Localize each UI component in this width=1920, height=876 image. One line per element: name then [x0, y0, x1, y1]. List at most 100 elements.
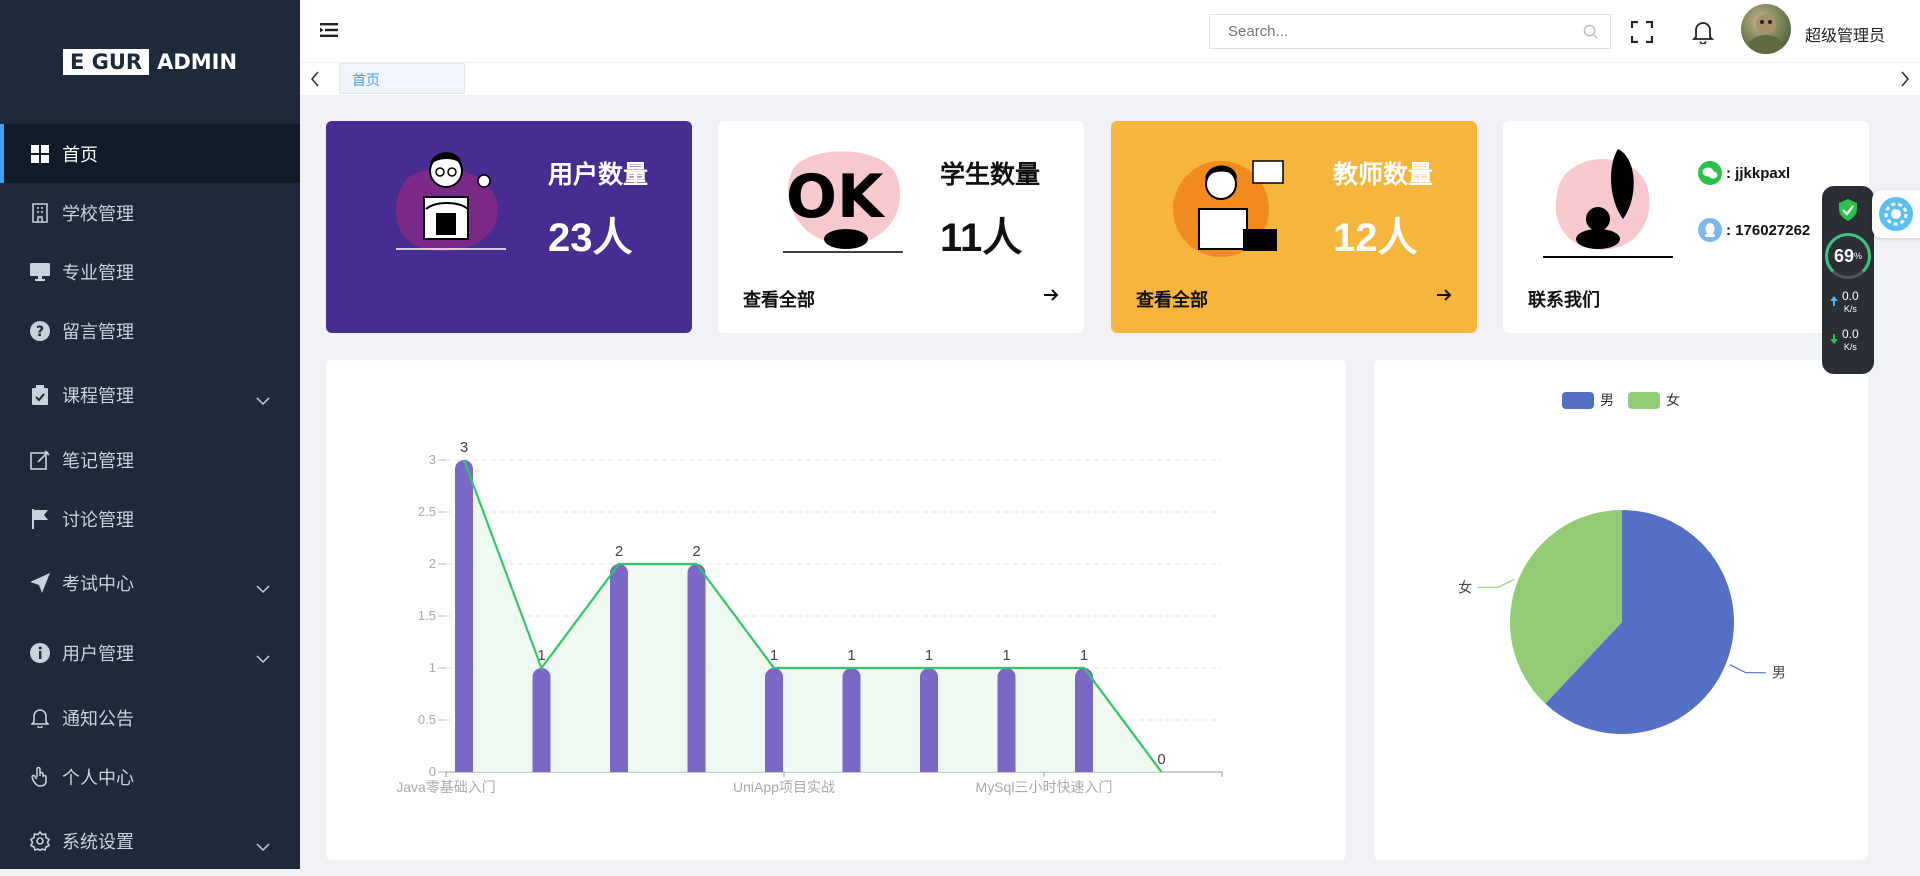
- user-count-card[interactable]: 用户数量 23人: [326, 121, 692, 333]
- x-tick-label: MySql三小时快速入门: [976, 779, 1113, 795]
- sidebar-item-8[interactable]: 用户管理: [0, 618, 300, 688]
- qq-number: 176027262: [1735, 221, 1811, 239]
- y-tick-label: 1.5: [418, 608, 436, 623]
- user-illustration: [396, 152, 506, 252]
- data-label: 1: [770, 647, 778, 664]
- sidebar-item-4[interactable]: 课程管理: [0, 360, 300, 430]
- scroll-right-icon[interactable]: [1900, 71, 1910, 92]
- chevron-down-icon[interactable]: [256, 648, 272, 664]
- legend-item-male[interactable]: 男: [1562, 390, 1614, 410]
- legend-swatch: [1562, 391, 1594, 409]
- arrow-right-icon[interactable]: [1043, 288, 1059, 307]
- legend-swatch: [1628, 391, 1660, 409]
- pie-label: 女: [1458, 579, 1472, 595]
- sidebar-item-0[interactable]: 首页: [0, 124, 300, 183]
- bar: [920, 668, 938, 772]
- tab-home[interactable]: 首页: [339, 63, 465, 94]
- view-all-students-link[interactable]: 查看全部: [743, 286, 815, 312]
- sidebar-item-6[interactable]: 讨论管理: [0, 489, 300, 548]
- scroll-left-icon[interactable]: [310, 71, 320, 92]
- sidebar-item-label: 考试中心: [62, 574, 134, 594]
- bar: [687, 564, 706, 772]
- menu-toggle-icon[interactable]: [320, 22, 340, 43]
- legend-item-female[interactable]: 女: [1628, 390, 1680, 410]
- download-arrow-icon: [1830, 334, 1838, 344]
- bar-base: [920, 763, 938, 772]
- pie-label-line: [1729, 664, 1766, 674]
- y-tick-label: 3: [429, 452, 436, 467]
- bar: [842, 668, 861, 772]
- upload-value: 0.0: [1842, 289, 1859, 303]
- student-count-card: OK 学生数量 11人 查看全部: [718, 121, 1084, 333]
- gear-icon: [30, 831, 50, 851]
- question-icon: ?: [30, 320, 50, 341]
- sidebar-item-9[interactable]: 通知公告: [0, 688, 300, 747]
- network-monitor-widget[interactable]: 69% 0.0 K/s 0.0 K/s: [1822, 186, 1874, 374]
- chevron-down-icon[interactable]: [256, 390, 272, 406]
- upload-arrow-icon: [1830, 296, 1838, 306]
- legend-label: 女: [1666, 392, 1680, 408]
- clipboard-icon: [30, 385, 50, 405]
- data-label: 3: [460, 439, 468, 456]
- sidebar-item-5[interactable]: 笔记管理: [0, 430, 300, 489]
- username[interactable]: 超级管理员: [1805, 22, 1885, 46]
- sidebar-item-7[interactable]: 考试中心: [0, 548, 300, 618]
- data-label: 2: [692, 543, 700, 560]
- view-all-teachers-link[interactable]: 查看全部: [1136, 286, 1208, 312]
- search-icon[interactable]: [1583, 24, 1598, 44]
- flag-icon: [30, 508, 50, 529]
- bar-base: [997, 763, 1016, 772]
- bar-base: [765, 763, 783, 772]
- hand-icon: [30, 766, 50, 787]
- sidebar-item-label: 系统设置: [62, 832, 134, 852]
- monitor-icon: [30, 262, 50, 282]
- logo-mark: E GUR: [62, 49, 150, 75]
- bar-base: [532, 763, 551, 772]
- gauge-unit: %: [1854, 251, 1863, 261]
- sidebar-item-11[interactable]: 系统设置: [0, 806, 300, 876]
- top-bar: 超级管理员: [300, 0, 1920, 63]
- chevron-down-icon[interactable]: [256, 578, 272, 594]
- teacher-count-value: 12人: [1333, 216, 1418, 260]
- sidebar-item-label: 讨论管理: [62, 509, 134, 530]
- logo[interactable]: E GUR ADMIN: [0, 0, 300, 124]
- sidebar-item-3[interactable]: ? 留言管理: [0, 301, 300, 360]
- student-count-title: 学生数量: [940, 161, 1041, 189]
- student-illustration: OK: [783, 151, 903, 253]
- sidebar-item-10[interactable]: 个人中心: [0, 747, 300, 806]
- download-unit: K/s: [1843, 342, 1857, 352]
- sidebar-item-label: 用户管理: [62, 644, 134, 664]
- logo-text: ADMIN: [157, 50, 238, 74]
- qq-icon: [1698, 218, 1722, 242]
- search-input[interactable]: [1210, 15, 1570, 48]
- chevron-down-icon[interactable]: [256, 836, 272, 852]
- line-area: [464, 460, 1162, 772]
- arrow-right-icon[interactable]: [1436, 288, 1452, 307]
- info-icon: [30, 643, 50, 663]
- fullscreen-icon[interactable]: [1630, 20, 1654, 48]
- gauge-value: 69: [1833, 245, 1854, 266]
- sidebar-item-1[interactable]: 学校管理: [0, 183, 300, 242]
- avatar[interactable]: [1741, 4, 1791, 54]
- y-tick-label: 1: [429, 660, 436, 675]
- contact-card: : jjkkpaxl : 176027262 联系我们: [1503, 121, 1869, 333]
- sidebar-item-2[interactable]: 专业管理: [0, 242, 300, 301]
- data-label: 1: [925, 647, 933, 664]
- gender-pie-chart: 男女: [1458, 510, 1786, 734]
- data-label: 0: [1157, 751, 1165, 768]
- edit-icon: [30, 449, 50, 470]
- download-value: 0.0: [1842, 327, 1859, 341]
- sidebar: E GUR ADMIN 首页 学校管理 专业管理? 留言管理 课程管理 笔记管理讨论管理考…: [0, 0, 300, 869]
- bar: [532, 668, 551, 772]
- settings-gear-widget[interactable]: [1872, 190, 1920, 238]
- pie-label-line: [1478, 578, 1515, 588]
- y-tick-label: 0.5: [418, 712, 436, 727]
- teacher-illustration: [1173, 160, 1284, 257]
- teacher-count-card: 教师数量 12人 查看全部: [1111, 121, 1477, 333]
- bar-base: [610, 763, 628, 772]
- bar-base: [1075, 763, 1093, 772]
- y-tick-label: 2.5: [418, 504, 436, 519]
- user-count-title: 用户数量: [548, 161, 649, 189]
- notification-bell-icon[interactable]: [1691, 20, 1715, 49]
- contact-us-link[interactable]: 联系我们: [1528, 286, 1600, 312]
